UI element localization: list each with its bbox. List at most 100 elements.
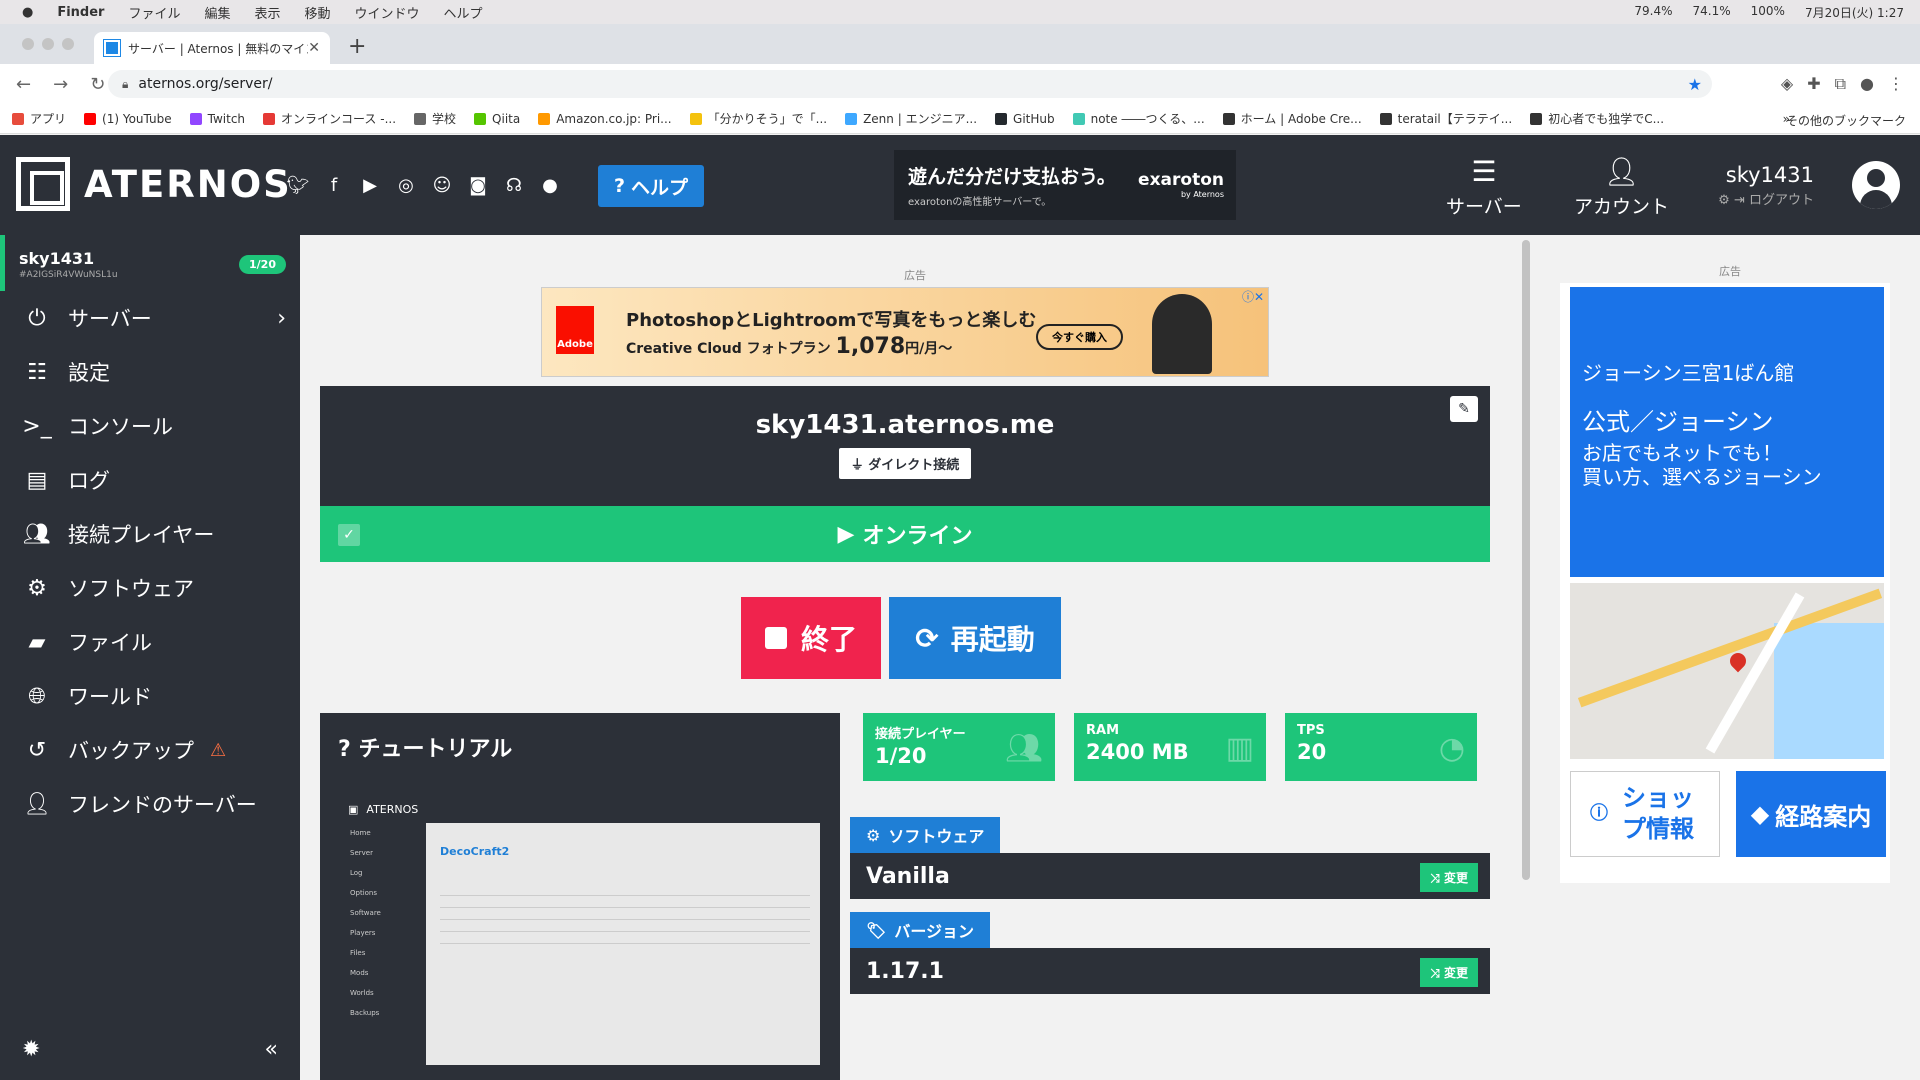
bookmark-item[interactable]: (1) YouTube — [84, 112, 172, 126]
bookmark-favicon-icon — [414, 112, 427, 125]
memory-icon: ▥ — [1225, 731, 1254, 766]
bookmark-item[interactable]: 「分かりそう」で「... — [689, 110, 827, 127]
stat-players: 接続プレイヤー 1/20 👥︎ — [863, 713, 1055, 781]
browser-tab[interactable]: サーバー | Aternos | 無料のマイン ✕ — [94, 32, 330, 64]
logout-link[interactable]: ⚙ ⇥ ログアウト — [1718, 189, 1814, 208]
clock[interactable]: 7月20日(火) 1:27 — [1805, 4, 1904, 21]
adobe-banner-ad[interactable]: Adobe PhotoshopとLightroomで写真をもっと楽しむ Crea… — [541, 287, 1269, 377]
instagram-icon[interactable]: ◎ — [394, 173, 418, 197]
sidebar-item-players[interactable]: 👥︎ 接続プレイヤー — [0, 507, 300, 561]
sidebar-item-friend-servers[interactable]: 👤︎ フレンドのサーバー — [0, 777, 300, 831]
sidebar-item-files[interactable]: ▰ ファイル — [0, 615, 300, 669]
puzzle-icon[interactable]: ⧉ — [1835, 74, 1846, 94]
sidebar-item-backups[interactable]: ↺ バックアップ ⚠ — [0, 723, 300, 777]
theme-toggle-icon[interactable]: ✹ — [22, 1037, 40, 1062]
bookmark-item[interactable]: Qiita — [474, 112, 520, 126]
profile-icon[interactable]: ● — [1860, 74, 1874, 94]
sidebar-item-server[interactable]: ⏻ サーバー › — [0, 291, 300, 345]
change-software-button[interactable]: ⤨ 変更 — [1420, 863, 1478, 892]
apple-icon[interactable]: ● — [22, 5, 33, 20]
ad-label: 広告 — [904, 269, 926, 282]
bookmark-item[interactable]: 学校 — [414, 110, 456, 127]
extension-icon[interactable]: ✚ — [1807, 74, 1820, 94]
lock-icon[interactable]: 🔒︎ — [122, 77, 128, 92]
forward-icon[interactable]: → — [53, 74, 68, 95]
ad-map[interactable] — [1570, 583, 1884, 759]
menu-file[interactable]: ファイル — [128, 3, 180, 22]
menu-view[interactable]: 表示 — [255, 3, 281, 22]
facebook-icon[interactable]: f — [322, 173, 346, 197]
bookmark-star-icon[interactable]: ★ — [1688, 75, 1702, 94]
menu-finder[interactable]: Finder — [57, 5, 104, 20]
menu-go[interactable]: 移動 — [305, 3, 331, 22]
bookmark-item[interactable]: note ――つくる、... — [1072, 110, 1205, 127]
directions-icon: ◆ — [1750, 800, 1770, 828]
avatar[interactable] — [1852, 161, 1900, 209]
new-tab-button[interactable]: + — [348, 34, 366, 59]
edit-pencil-icon[interactable]: ✎ — [1450, 396, 1478, 422]
aternos-logo[interactable]: ATERNOS — [16, 157, 292, 211]
sidebar-item-console[interactable]: >_ コンソール — [0, 399, 300, 453]
reload-icon[interactable]: ↻ — [90, 74, 105, 95]
nav-servers[interactable]: ☰ サーバー — [1446, 155, 1522, 219]
shop-info-button[interactable]: ⓘ ショップ情報 — [1570, 771, 1720, 857]
bookmark-favicon-icon — [1530, 112, 1543, 125]
url-field[interactable]: 🔒︎ aternos.org/server/ ★ — [108, 70, 1712, 98]
bookmark-item[interactable]: GitHub — [995, 112, 1055, 126]
header-ad[interactable]: 遊んだ分だけ支払おう。 exarotonの高性能サーバーで。 exaroton b… — [894, 150, 1236, 220]
other-bookmarks[interactable]: その他のブックマーク — [1786, 112, 1906, 129]
user-menu[interactable]: sky1431 ⚙ ⇥ ログアウト — [1718, 163, 1814, 208]
sidebar-item-worlds[interactable]: 🌐︎ ワールド — [0, 669, 300, 723]
discord-icon[interactable]: ◙ — [466, 173, 490, 197]
mini-heading: DecoCraft2 — [440, 845, 510, 858]
bookmark-item[interactable]: Amazon.co.jp: Pri... — [538, 112, 672, 126]
menu-edit[interactable]: 編集 — [204, 3, 230, 22]
sidebar-item-log[interactable]: ▤ ログ — [0, 453, 300, 507]
route-button[interactable]: ◆ 経路案内 — [1736, 771, 1886, 857]
sidebar-item-settings[interactable]: ☷ 設定 — [0, 345, 300, 399]
tab-title: サーバー | Aternos | 無料のマイン — [128, 41, 309, 56]
ad-close-icon[interactable]: ⓘ✕ — [1242, 288, 1264, 305]
battery-readout[interactable]: 100% — [1751, 4, 1785, 21]
bookmark-item[interactable]: アプリ — [12, 110, 66, 127]
collapse-sidebar-icon[interactable]: « — [265, 1037, 278, 1062]
tutorial-video[interactable]: ▣ ATERNOS Home Server Log Options Software Pla… — [340, 795, 820, 1065]
bookmark-item[interactable]: オンラインコース -... — [263, 110, 396, 127]
back-icon[interactable]: ← — [16, 74, 31, 95]
bookmark-item[interactable]: 初心者でも独学でC... — [1530, 110, 1664, 127]
server-address[interactable]: sky1431.aternos.me — [320, 410, 1490, 440]
change-version-button[interactable]: ⤨ 変更 — [1420, 958, 1478, 987]
menu-window[interactable]: ウインドウ — [355, 3, 420, 22]
check-icon[interactable]: ✓ — [338, 524, 360, 546]
main-scrollbar[interactable] — [1522, 240, 1530, 880]
server-selector[interactable]: sky1431 #A2IGSiR4VWuNSL1u 1/20 — [0, 235, 300, 291]
more-menu-icon[interactable]: ⋮ — [1888, 74, 1904, 94]
close-tab-icon[interactable]: ✕ — [308, 40, 320, 56]
bookmark-item[interactable]: ホーム | Adobe Cre... — [1222, 110, 1362, 127]
bookmark-favicon-icon — [995, 112, 1008, 125]
ad-line1: ジョーシン三宮1ばん館 — [1582, 361, 1795, 385]
stop-button[interactable]: 終了 — [741, 597, 881, 679]
reddit-icon[interactable]: ☺ — [430, 173, 454, 197]
restart-button[interactable]: ⟳ 再起動 — [889, 597, 1061, 679]
bookmark-item[interactable]: Twitch — [189, 112, 245, 126]
support-icon[interactable]: ☊ — [502, 173, 526, 197]
menu-help[interactable]: ヘルプ — [444, 3, 483, 22]
joshin-ad[interactable]: ジョーシン三宮1ばん館 公式／ジョーシン お店でもネットでも！ 買い方、選べるジ… — [1560, 283, 1890, 883]
sidebar-item-software[interactable]: ⚙ ソフトウェア — [0, 561, 300, 615]
window-controls[interactable] — [22, 38, 74, 50]
nav-account[interactable]: 👤︎ アカウント — [1574, 155, 1669, 219]
ad-text-block[interactable]: ジョーシン三宮1ばん館 公式／ジョーシン お店でもネットでも！ 買い方、選べるジ… — [1570, 287, 1884, 577]
direct-connect-button[interactable]: ⏚ ダイレクト接続 — [838, 448, 972, 479]
github-icon[interactable]: ● — [538, 173, 562, 197]
help-button[interactable]: ? ヘルプ — [598, 165, 704, 207]
brand-name: ATERNOS — [84, 162, 292, 206]
twitter-icon[interactable]: 🐦︎ — [286, 173, 310, 197]
ad-label: 広告 — [1719, 265, 1741, 278]
extension-shield-icon[interactable]: ◈ — [1781, 74, 1793, 94]
sidebar-item-label: 設定 — [68, 361, 110, 385]
banner-cta[interactable]: 今すぐ購入 — [1036, 324, 1123, 350]
youtube-icon[interactable]: ▶ — [358, 173, 382, 197]
bookmark-item[interactable]: teratail【テラテイ... — [1379, 110, 1512, 127]
bookmark-item[interactable]: Zenn | エンジニア... — [845, 110, 977, 127]
